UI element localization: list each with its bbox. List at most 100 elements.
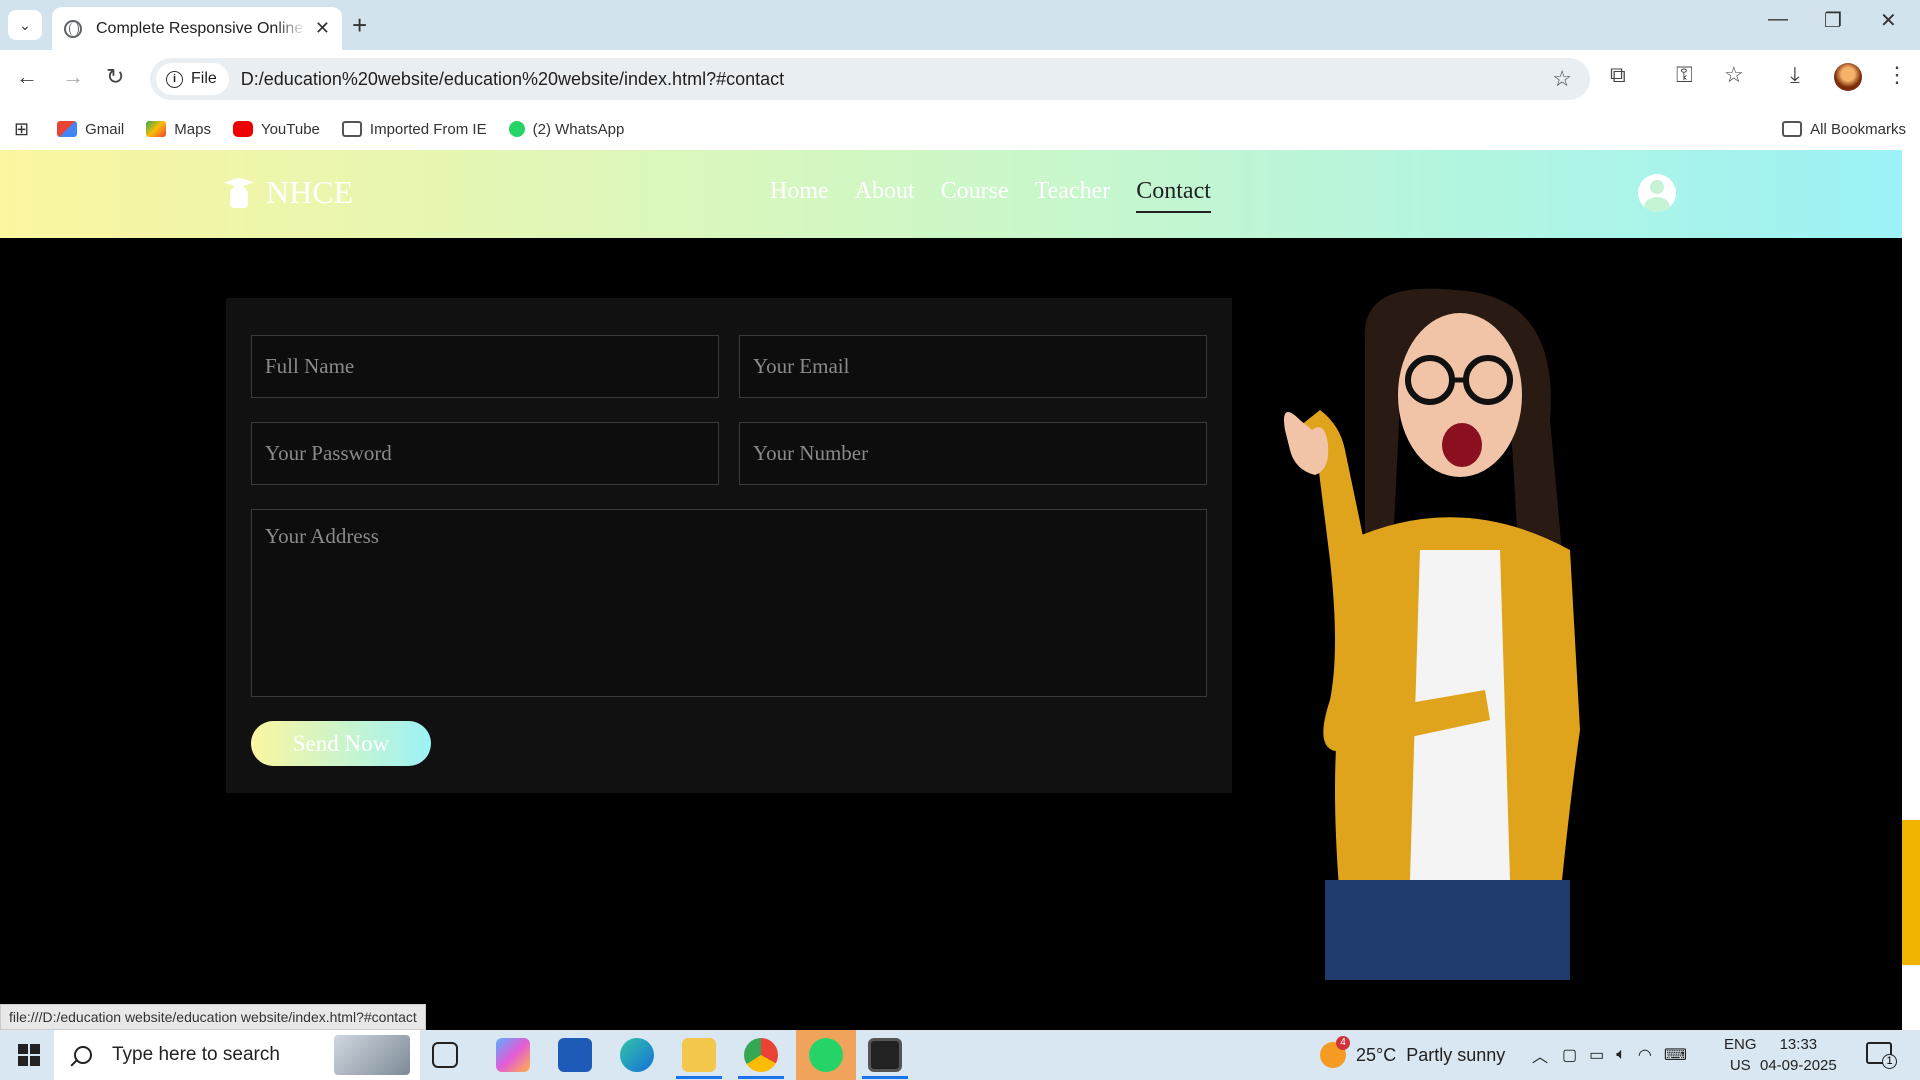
tab-search-button[interactable]: ⌄ (8, 10, 42, 40)
logo-text: NHCE (266, 174, 354, 210)
nav-course[interactable]: Course (941, 178, 1009, 213)
nav-teacher[interactable]: Teacher (1035, 178, 1111, 213)
nav-home[interactable]: Home (770, 178, 829, 213)
site-info-chip[interactable]: i File (156, 63, 229, 95)
forward-button[interactable]: → (62, 64, 84, 90)
contact-form: Full Name Your Email Your Password Your … (226, 298, 1232, 793)
taskbar-search[interactable]: Type here to search (54, 1030, 420, 1080)
nav-about[interactable]: About (855, 178, 915, 213)
battery-icon[interactable]: ▭ (1589, 1045, 1604, 1065)
all-bookmarks-label: All Bookmarks (1810, 120, 1906, 138)
password-input[interactable]: Your Password (251, 422, 719, 485)
bookmark-label: Maps (174, 120, 211, 138)
chrome-icon[interactable] (744, 1038, 778, 1072)
bookmark-label: YouTube (260, 120, 320, 138)
new-tab-button[interactable]: + (352, 10, 367, 40)
copilot-icon[interactable] (496, 1038, 530, 1072)
address-bar[interactable]: i File D:/education%20website/education%… (150, 58, 1590, 100)
site-info-label: File (191, 70, 217, 87)
send-now-button[interactable]: Send Now (251, 721, 431, 766)
notification-count: 1 (1882, 1054, 1897, 1069)
bookmark-youtube[interactable]: YouTube (232, 120, 320, 138)
bookmark-label: Imported From IE (369, 120, 487, 138)
file-explorer-icon[interactable] (682, 1038, 716, 1072)
minimize-button[interactable]: — (1768, 8, 1788, 31)
search-highlight-image (334, 1035, 410, 1075)
whatsapp-taskbar-button[interactable] (796, 1030, 856, 1080)
close-window-button[interactable]: ✕ (1880, 8, 1897, 33)
scrollbar-thumb[interactable] (1902, 820, 1920, 965)
globe-icon (64, 19, 82, 38)
tab-title: Complete Responsive Online St (96, 19, 306, 37)
keyboard-icon[interactable]: ⌨︎ (1664, 1045, 1687, 1065)
web-page: NHCE Home About Course Teacher Contact F… (0, 150, 1902, 1030)
wifi-icon[interactable]: ◠ (1638, 1045, 1652, 1065)
clock-date: 04-09-2025 (1760, 1057, 1837, 1074)
email-input[interactable]: Your Email (739, 335, 1207, 398)
taskbar-clock[interactable]: 13:33 04-09-2025 (1760, 1034, 1837, 1076)
menu-kebab-icon[interactable]: ⋮ (1886, 62, 1908, 88)
apps-grid-icon[interactable]: ⊞ (14, 119, 29, 140)
chevron-up-icon[interactable]: ︿ (1532, 1043, 1548, 1067)
search-icon (74, 1046, 92, 1064)
running-indicator (862, 1076, 908, 1079)
download-icon[interactable]: ⤓ (1790, 62, 1800, 88)
reload-button[interactable]: ↻ (106, 64, 124, 90)
site-header: NHCE Home About Course Teacher Contact (0, 150, 1902, 238)
page-scrollbar[interactable] (1902, 150, 1920, 1030)
youtube-icon (232, 121, 253, 137)
system-tray: ︿ ▢ ▭ 🔈︎ ◠ ⌨︎ (1532, 1030, 1687, 1080)
all-bookmarks[interactable]: All Bookmarks (1782, 121, 1906, 138)
folder-icon (341, 121, 362, 137)
weather-sun-icon: 4 (1320, 1036, 1350, 1068)
notification-icon[interactable]: 1 (1866, 1042, 1897, 1069)
favorites-icon[interactable]: ☆ (1724, 62, 1744, 88)
bookmark-maps[interactable]: Maps (146, 121, 211, 138)
running-indicator (738, 1076, 784, 1079)
bookmarks-bar: ⊞ Gmail Maps YouTube Imported From IE (2… (0, 108, 1920, 150)
bookmark-star-icon[interactable]: ☆ (1552, 66, 1572, 92)
bookmark-gmail[interactable]: Gmail (57, 121, 124, 138)
site-logo[interactable]: NHCE (224, 174, 353, 211)
address-textarea[interactable]: Your Address (251, 509, 1207, 697)
gmail-icon (57, 121, 78, 137)
main-nav: Home About Course Teacher Contact (770, 178, 1237, 213)
running-indicator (676, 1076, 722, 1079)
meet-icon[interactable]: ▢ (1562, 1045, 1577, 1065)
user-icon[interactable] (1638, 174, 1676, 212)
extensions-icon[interactable]: ⧉ (1610, 62, 1626, 88)
taskbar-search-placeholder: Type here to search (112, 1044, 280, 1065)
url-text[interactable]: D:/education%20website/education%20websi… (241, 69, 784, 90)
edge-icon[interactable] (620, 1038, 654, 1072)
maps-icon (146, 121, 167, 137)
bookmark-imported-from-ie[interactable]: Imported From IE (341, 120, 487, 138)
bookmark-whatsapp[interactable]: (2) WhatsApp (508, 120, 625, 138)
language-indicator[interactable]: ENG US (1724, 1034, 1757, 1076)
full-name-input[interactable]: Full Name (251, 335, 719, 398)
lang-bottom: US (1729, 1057, 1751, 1074)
task-view-icon[interactable] (432, 1042, 458, 1068)
windows-start-icon[interactable] (18, 1044, 40, 1066)
whatsapp-icon (809, 1038, 843, 1072)
tab-close-icon[interactable]: ✕ (315, 18, 330, 39)
weather-text: 25°C Partly sunny (1356, 1044, 1506, 1065)
folder-icon (1782, 121, 1803, 137)
browser-toolbar: ← → ↻ i File D:/education%20website/educ… (0, 50, 1920, 108)
contact-illustration (1284, 288, 1580, 980)
back-button[interactable]: ← (16, 64, 38, 90)
windows-taskbar: Type here to search 4 25°C Partly sunny … (0, 1030, 1920, 1080)
browser-tab-strip: ⌄ Complete Responsive Online St ✕ + — ❐ … (0, 0, 1920, 50)
whatsapp-icon (508, 121, 525, 137)
browser-tab[interactable]: Complete Responsive Online St ✕ (52, 7, 342, 50)
nav-contact[interactable]: Contact (1136, 178, 1211, 213)
restore-button[interactable]: ❐ (1824, 8, 1842, 33)
terminal-icon[interactable] (868, 1038, 902, 1072)
profile-avatar[interactable] (1834, 63, 1862, 91)
password-key-icon[interactable]: ⚿ (1676, 62, 1693, 88)
weather-widget[interactable]: 4 25°C Partly sunny (1320, 1030, 1505, 1080)
number-input[interactable]: Your Number (739, 422, 1207, 485)
bookmark-label: (2) WhatsApp (532, 120, 625, 138)
bookmark-label: Gmail (85, 120, 125, 138)
volume-icon[interactable]: 🔈︎ (1616, 1046, 1626, 1064)
mail-icon[interactable] (558, 1038, 592, 1072)
